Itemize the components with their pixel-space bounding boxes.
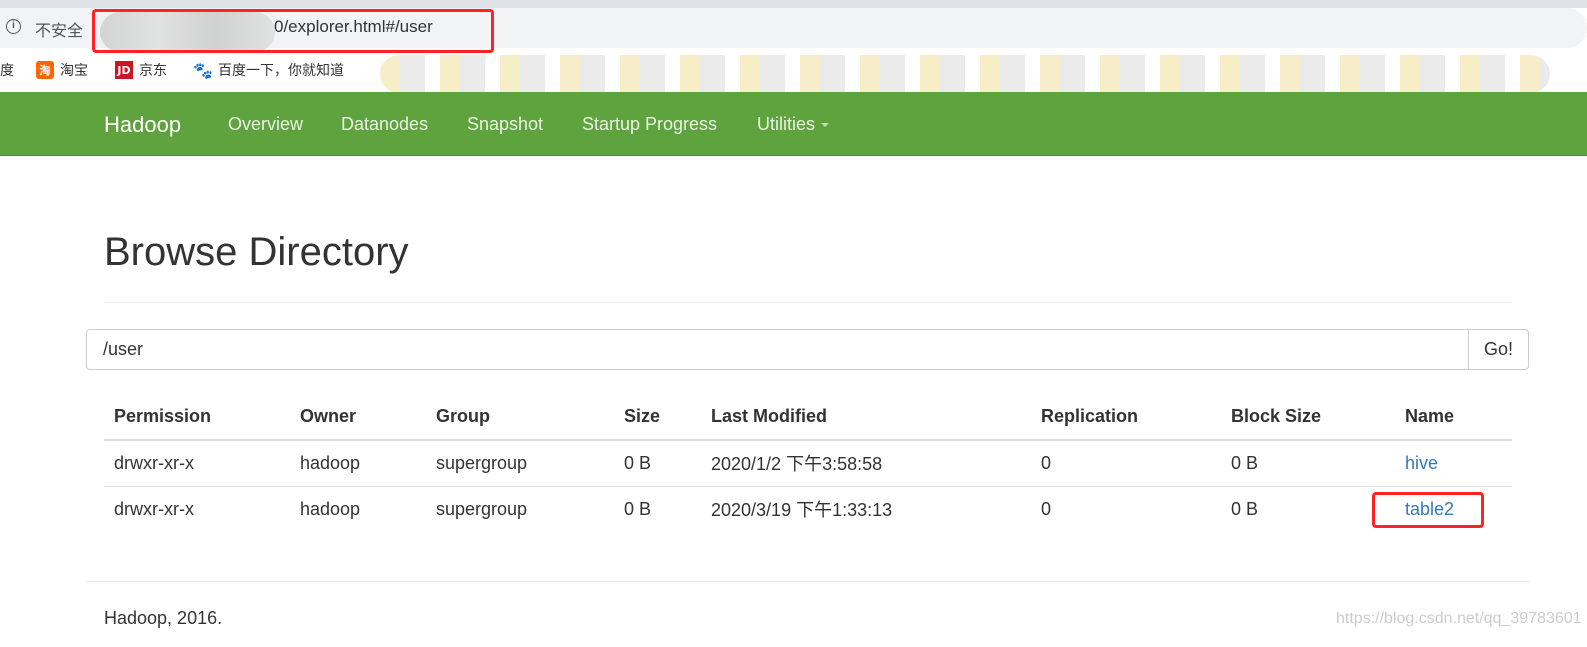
footer-text: Hadoop, 2016. [104,608,223,628]
caret-down-icon [821,123,830,128]
jd-icon: JD [115,61,133,79]
browser-tab-strip [0,0,1587,8]
cell-owner: hadoop [300,452,361,473]
cell-block-size: 0 B [1231,452,1259,473]
cell-block-size: 0 B [1221,485,1395,532]
col-last-modified: Last Modified [701,394,1031,441]
path-input[interactable] [86,329,1469,370]
cell-replication: 0 [1031,485,1221,532]
bookmark-jd[interactable]: JD 京东 [115,58,167,82]
bookmark-baidu-partial[interactable]: 度 [0,58,14,82]
cell-group: supergroup [436,452,528,473]
dir-link-hive[interactable]: hive [1405,453,1438,473]
navbar: Hadoop Overview Datanodes Snapshot Start… [0,92,1587,156]
table-row: drwxr-xr-x hadoop supergroup 0 B 2020/3/… [104,485,1512,532]
watermark: https://blog.csdn.net/qq_39783601 [1336,610,1582,627]
brand[interactable]: Hadoop [104,112,181,138]
col-name: Name [1395,394,1512,441]
cell-permission: drwxr-xr-x [114,452,194,473]
cell-replication: 0 [1041,452,1052,473]
divider [104,302,1512,303]
bookmark-label: 度 [0,63,14,79]
cell-last-modified: 2020/3/19 下午1:33:13 [701,485,1031,532]
info-icon[interactable]: i [6,19,21,34]
insecure-label: 不安全 [35,21,84,40]
cell-size: 0 B [624,452,652,473]
cell-permission: drwxr-xr-x [104,485,290,532]
nav-datanodes[interactable]: Datanodes [341,114,428,135]
cell-group: supergroup [426,485,614,532]
bookmark-label: 淘宝 [60,63,88,79]
nav-snapshot[interactable]: Snapshot [467,114,543,135]
annotation-box-url [92,9,494,53]
nav-overview[interactable]: Overview [228,114,303,135]
table-row: drwxr-xr-x hadoop supergroup 0 B 2020/1/… [104,440,1512,486]
bookmark-baidu[interactable]: 🐾 百度一下，你就知道 [193,58,344,82]
cell-owner: hadoop [290,485,426,532]
col-permission: Permission [104,394,290,441]
taobao-icon: 淘 [36,61,54,79]
cell-last-modified: 2020/1/2 下午3:58:58 [711,454,883,475]
nav-utilities[interactable]: Utilities [757,114,830,135]
blurred-bookmarks [380,55,1550,93]
col-replication: Replication [1031,394,1221,441]
annotation-box-table2 [1372,492,1484,528]
cell-size: 0 B [614,485,701,532]
directory-table: Permission Owner Group Size Last Modifie… [104,394,1512,532]
bookmark-label: 京东 [139,63,167,79]
col-block-size: Block Size [1221,394,1395,441]
page-title: Browse Directory [104,230,409,274]
nav-startup-progress[interactable]: Startup Progress [582,114,717,135]
bookmark-label: 百度一下，你就知道 [218,63,344,79]
col-group: Group [426,394,614,441]
baidu-paw-icon: 🐾 [193,60,213,80]
col-size: Size [614,394,701,441]
footer-divider [86,581,1530,582]
go-button[interactable]: Go! [1468,329,1529,370]
bookmark-taobao[interactable]: 淘淘宝 [36,58,88,82]
nav-utilities-label: Utilities [757,114,816,134]
col-owner: Owner [290,394,426,441]
